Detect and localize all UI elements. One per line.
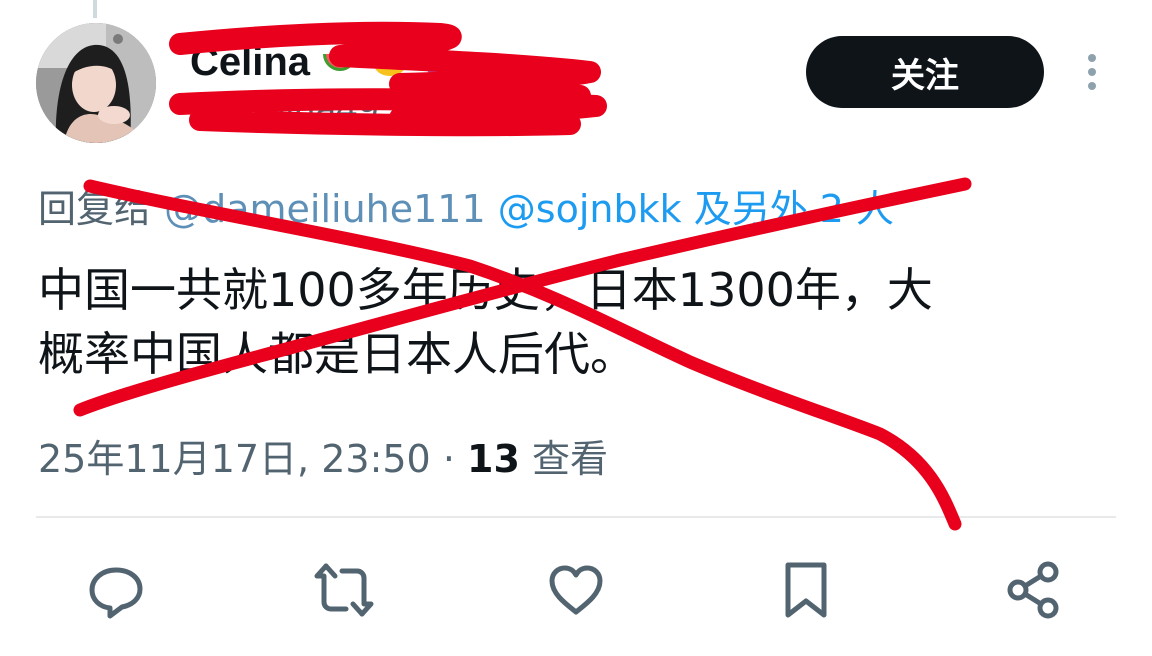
watermelon-icon [323,54,358,71]
more-vertical-icon[interactable] [1074,50,1110,94]
view-label: 查看 [532,437,609,481]
divider [36,516,1116,518]
retweet-icon[interactable] [314,560,374,620]
mention-link-sojnbkk[interactable]: @sojnbkk [498,187,682,231]
tweet-text: 中国一共就100多年历史，日本1300年，大 概率中国人都是日本人后代。 [38,263,933,381]
like-icon[interactable] [546,560,606,620]
avatar[interactable] [36,23,156,143]
replying-to-label: 回复给 [38,187,153,231]
bookmark-icon[interactable] [776,560,836,620]
author-display-name[interactable]: Celina [190,40,310,85]
view-count: 13 [467,437,520,481]
thread-connector-line [93,0,97,18]
tweet-timestamp[interactable]: 25年11月17日, 23:50 [38,437,431,481]
author-handle[interactable]: @Celina49307255 [190,88,505,131]
mention-link-dameiliuhe111[interactable]: @dameiliuhe111 [164,187,486,231]
tweet-meta: 25年11月17日, 23:50 · 13 查看 [38,428,608,483]
lemon-icon [374,49,408,76]
others-link[interactable]: 及另外 2 人 [694,187,894,231]
meta-separator: · [442,437,455,481]
reply-icon[interactable] [86,560,146,620]
author-name-row[interactable]: Celina [190,34,460,90]
grapes-icon [427,45,454,74]
tweet-detail-screen: Celina @Celina49307255 关注 回复给 @dameiliuh… [0,0,1152,656]
share-icon[interactable] [1004,560,1064,620]
replying-to-line: 回复给 @dameiliuhe111 @sojnbkk 及另外 2 人 [38,178,894,233]
avatar-photo [36,23,156,143]
follow-button[interactable]: 关注 [806,36,1044,108]
